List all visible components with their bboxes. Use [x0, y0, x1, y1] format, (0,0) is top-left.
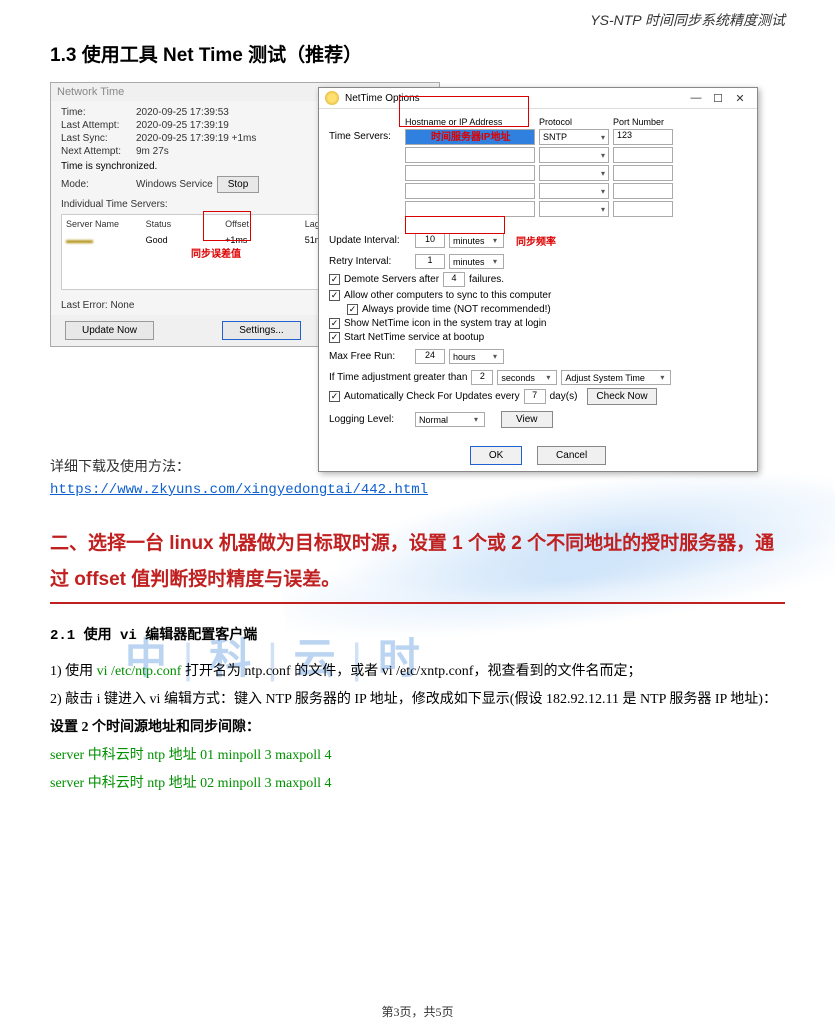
- screenshot-area: Network Time Time:2020-09-25 17:39:53 La…: [50, 82, 785, 427]
- ifadj-unit[interactable]: seconds▾: [497, 370, 557, 385]
- section-1-3-title: 1.3 使用工具 Net Time 测试（推荐）: [50, 40, 785, 67]
- retry-interval-input[interactable]: 1: [415, 254, 445, 269]
- nt-lastattempt-label: Last Attempt:: [61, 120, 136, 131]
- host-red-label: 时间服务器IP地址: [431, 128, 510, 143]
- check-now-button[interactable]: Check Now: [587, 388, 656, 405]
- port-input-4[interactable]: [613, 183, 673, 199]
- maxfree-label: Max Free Run:: [329, 351, 411, 362]
- nt-nextattempt-value: 9m 27s: [136, 146, 169, 157]
- always-provide-checkbox[interactable]: ✓: [347, 304, 358, 315]
- offset-highlight-box: [203, 211, 251, 241]
- show-tray-checkbox[interactable]: ✓: [329, 318, 340, 329]
- maxfree-unit[interactable]: hours▾: [449, 349, 504, 364]
- host-highlight-box: [399, 96, 529, 127]
- freq-red-label: 同步频率: [516, 233, 556, 248]
- protocol-select-3[interactable]: ▾: [539, 165, 609, 181]
- section-2-1-heading: 2.1 使用 vi 编辑器配置客户端: [50, 624, 785, 644]
- nt-lasterror-value: None: [110, 300, 134, 311]
- retry-interval-unit[interactable]: minutes▾: [449, 254, 504, 269]
- section-2-heading: 二、选择一台 linux 机器做为目标取时源，设置 1 个或 2 个不同地址的授…: [50, 526, 785, 604]
- body-paragraph-2: 2) 敲击 i 键进入 vi 编辑方式：键入 NTP 服务器的 IP 地址，修改…: [50, 686, 785, 714]
- start-boot-label: Start NetTime service at bootup: [344, 332, 484, 343]
- port-input-5[interactable]: [613, 201, 673, 217]
- update-interval-input[interactable]: 10: [415, 233, 445, 248]
- show-tray-label: Show NetTime icon in the system tray at …: [344, 318, 547, 329]
- nt-nextattempt-label: Next Attempt:: [61, 146, 136, 157]
- nt-mode-label: Mode:: [61, 179, 136, 190]
- update-interval-label: Update Interval:: [329, 235, 411, 246]
- allow-other-label: Allow other computers to sync to this co…: [344, 290, 551, 301]
- freq-highlight-box: [405, 216, 505, 234]
- logging-label: Logging Level:: [329, 414, 411, 425]
- nettime-options-window: NetTime Options — ☐ ✕ Time Servers: Host…: [318, 87, 758, 472]
- ifadj-input[interactable]: 2: [471, 370, 493, 385]
- port-input-3[interactable]: [613, 165, 673, 181]
- nt-mode-value: Windows Service: [136, 179, 213, 190]
- chevron-down-icon: ▾: [601, 133, 608, 142]
- time-servers-label: Time Servers:: [329, 117, 399, 142]
- allow-other-checkbox[interactable]: ✓: [329, 290, 340, 301]
- port-input-1[interactable]: 123: [613, 129, 673, 145]
- nt-lastattempt-value: 2020-09-25 17:39:19: [136, 120, 229, 131]
- body-paragraph-3: 设置 2 个时间源地址和同步间隙：: [50, 714, 785, 742]
- maximize-icon[interactable]: ☐: [707, 92, 729, 105]
- nt-lastsync-label: Last Sync:: [61, 133, 136, 144]
- host-input-3[interactable]: [405, 165, 535, 181]
- vi-command: vi /etc/ntp.conf: [97, 664, 182, 679]
- server-line-2: server 中科云时 ntp 地址 02 minpoll 3 maxpoll …: [50, 770, 785, 798]
- th-port: Port Number: [613, 117, 673, 127]
- th-server: Server Name: [66, 219, 146, 229]
- start-boot-checkbox[interactable]: ✓: [329, 332, 340, 343]
- nt-sync-status: Time is synchronized.: [61, 161, 157, 172]
- clock-icon: [325, 91, 339, 105]
- autocheck-input[interactable]: 7: [524, 389, 546, 404]
- close-icon[interactable]: ✕: [729, 92, 751, 105]
- maxfree-input[interactable]: 24: [415, 349, 445, 364]
- nt-lastsync-value: 2020-09-25 17:39:19 +1ms: [136, 133, 256, 144]
- cancel-button[interactable]: Cancel: [537, 446, 606, 465]
- update-interval-unit[interactable]: minutes▾: [449, 233, 504, 248]
- settings-button[interactable]: Settings...: [222, 321, 300, 340]
- ifadj-label: If Time adjustment greater than: [329, 372, 467, 383]
- host-input-2[interactable]: [405, 147, 535, 163]
- download-link[interactable]: https://www.zkyuns.com/xingyedongtai/442…: [50, 482, 428, 498]
- autocheck-label: Automatically Check For Updates every: [344, 391, 520, 402]
- page-header: YS-NTP 时间同步系统精度测试: [50, 10, 785, 30]
- logging-select[interactable]: Normal▾: [415, 412, 485, 427]
- protocol-select-2[interactable]: ▾: [539, 147, 609, 163]
- host-input-4[interactable]: [405, 183, 535, 199]
- protocol-select-1[interactable]: SNTP▾: [539, 129, 609, 145]
- demote-suffix: failures.: [469, 274, 504, 285]
- body-paragraph-1: 1) 使用 vi /etc/ntp.conf 打开名为 ntp.conf 的文件…: [50, 658, 785, 686]
- host-input-5[interactable]: [405, 201, 535, 217]
- ok-button[interactable]: OK: [470, 446, 522, 465]
- demote-input[interactable]: 4: [443, 272, 465, 287]
- server-line-1: server 中科云时 ntp 地址 01 minpoll 3 maxpoll …: [50, 742, 785, 770]
- nt-time-value: 2020-09-25 17:39:53: [136, 107, 229, 118]
- view-button[interactable]: View: [501, 411, 553, 428]
- protocol-select-4[interactable]: ▾: [539, 183, 609, 199]
- demote-label: Demote Servers after: [344, 274, 439, 285]
- protocol-select-5[interactable]: ▾: [539, 201, 609, 217]
- page-number: 第3页，共5页: [0, 1003, 835, 1020]
- stop-button[interactable]: Stop: [217, 176, 260, 193]
- offset-red-label: 同步误差值: [191, 245, 241, 260]
- update-now-button[interactable]: Update Now: [65, 321, 154, 340]
- nt-lasterror-label: Last Error:: [61, 300, 108, 311]
- retry-interval-label: Retry Interval:: [329, 256, 411, 267]
- always-provide-label: Always provide time (NOT recommended!): [362, 304, 551, 315]
- ifadj-action[interactable]: Adjust System Time▾: [561, 370, 671, 385]
- port-input-2[interactable]: [613, 147, 673, 163]
- nt-time-label: Time:: [61, 107, 136, 118]
- demote-checkbox[interactable]: ✓: [329, 274, 340, 285]
- minimize-icon[interactable]: —: [685, 92, 707, 104]
- autocheck-checkbox[interactable]: ✓: [329, 391, 340, 402]
- th-protocol: Protocol: [539, 117, 609, 127]
- autocheck-suffix: day(s): [550, 391, 578, 402]
